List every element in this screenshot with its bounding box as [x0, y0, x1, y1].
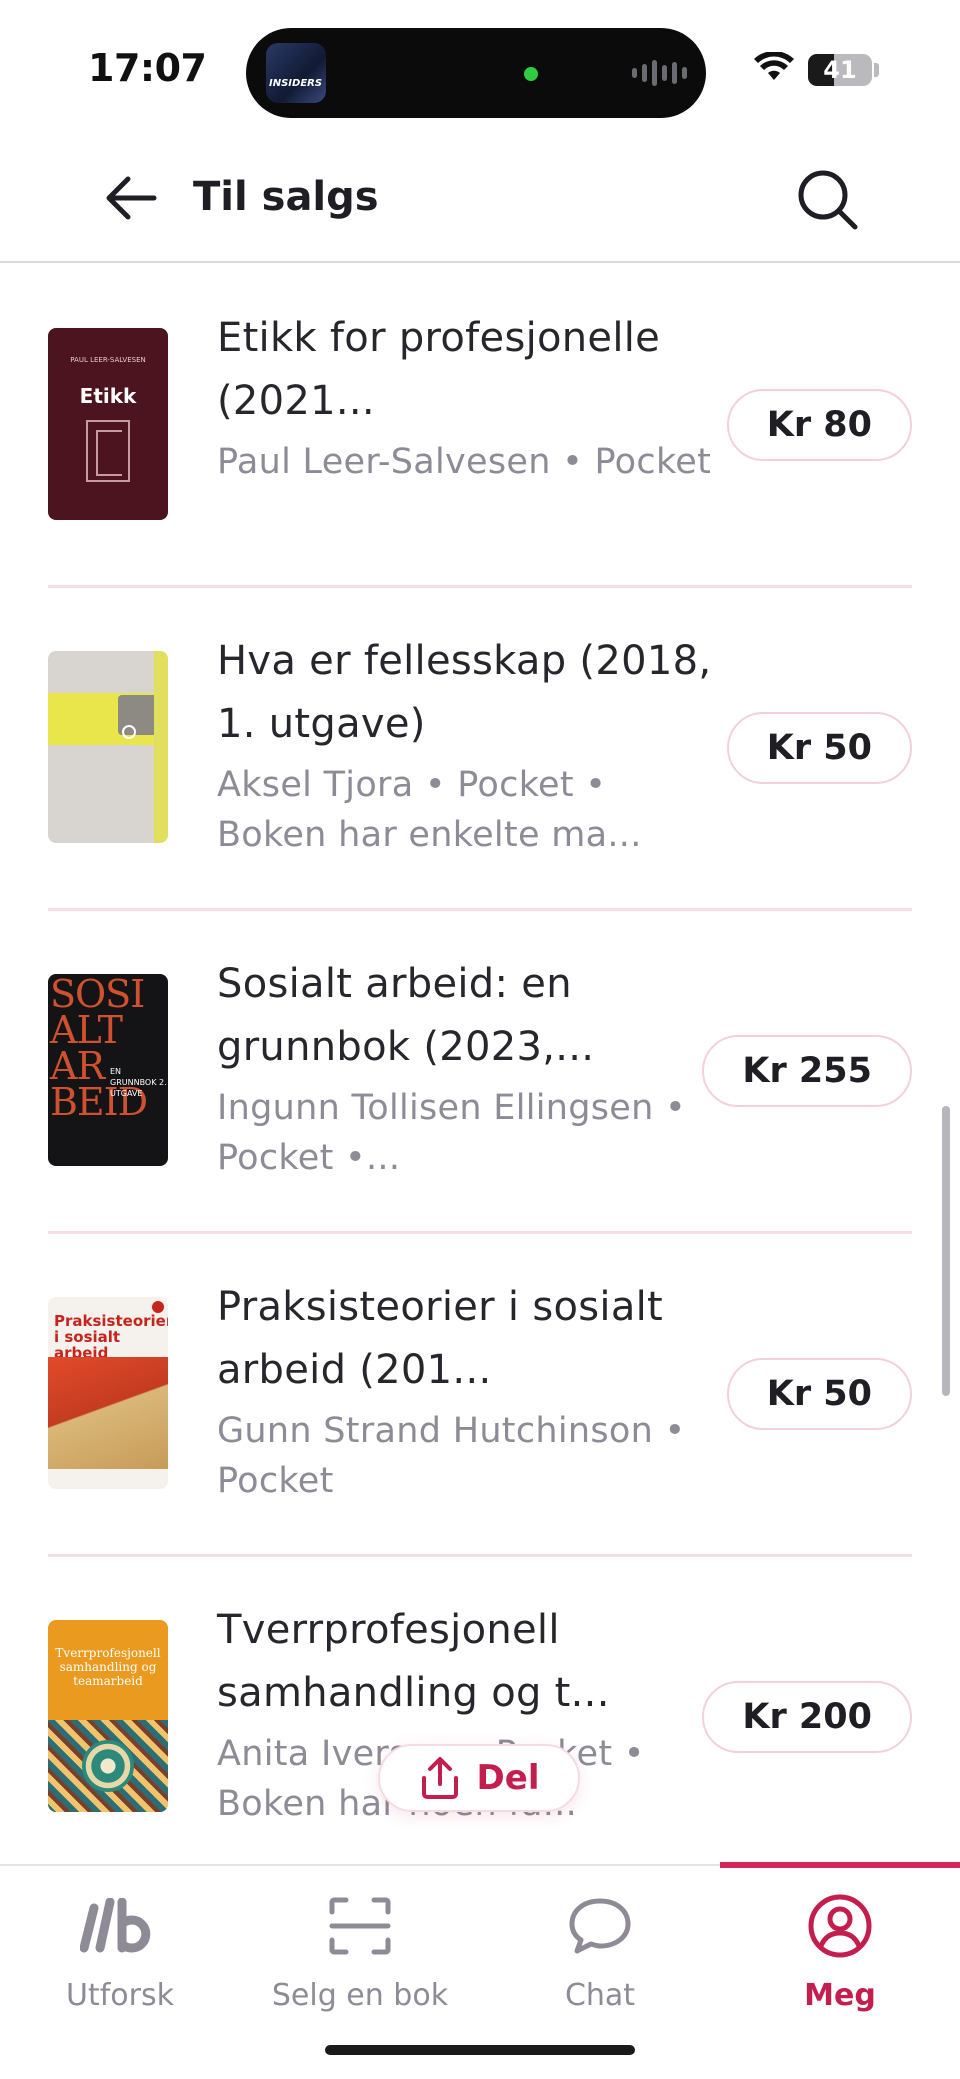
- tab-label: Selg en bok: [271, 1978, 449, 2013]
- battery-tip: [874, 63, 879, 77]
- listing-title: Tverrprofesjonell samhandling og t...: [217, 1607, 610, 1716]
- cover-emblem: [122, 725, 136, 739]
- share-icon: [421, 1757, 458, 1799]
- cover-medallion: [82, 1740, 134, 1792]
- status-bar: 17:07 INSIDERS 41: [0, 0, 960, 130]
- search-button[interactable]: [790, 162, 866, 238]
- list-item[interactable]: Hva er fellesskap (2018, 1. utgave) Akse…: [48, 588, 912, 911]
- listing-meta: Aksel Tjora • Pocket • Boken har enkelte…: [217, 765, 642, 855]
- listing-title: Etikk for profesjonelle (2021...: [217, 315, 661, 424]
- page-title: Til salgs: [193, 174, 379, 220]
- dynamic-island[interactable]: INSIDERS: [246, 28, 706, 118]
- book-cover: PAUL LEER-SALVESEN Etikk: [48, 328, 168, 520]
- price-badge: Kr 80: [726, 389, 912, 461]
- battery-icon: 41: [808, 54, 872, 86]
- search-icon: [798, 170, 858, 230]
- battery-level: 41: [823, 56, 857, 84]
- maze-graphic: [86, 420, 130, 482]
- listing-meta: Gunn Strand Hutchinson • Pocket: [217, 1411, 686, 1501]
- explore-logo-icon: [80, 1898, 151, 1953]
- listing-meta: Ingunn Tollisen Ellingsen • Pocket •...: [217, 1088, 686, 1178]
- tab-label: Meg: [804, 1978, 876, 2013]
- cover-author: PAUL LEER-SALVESEN: [70, 356, 146, 364]
- cover-subtitle: EN GRUNNBOK 2. UTGAVE: [110, 1067, 167, 1098]
- tab-meg[interactable]: Meg: [720, 1866, 960, 2016]
- listing-title: Hva er fellesskap (2018, 1. utgave): [217, 638, 712, 747]
- home-indicator[interactable]: [325, 2045, 635, 2055]
- book-cover: Tverrprofesjonell samhandling og teamarb…: [48, 1620, 168, 1812]
- list-item[interactable]: Praksisteorier i sosialt arbeid Praksist…: [48, 1234, 912, 1557]
- back-button[interactable]: [96, 166, 166, 230]
- audio-waveform-icon: [632, 58, 687, 88]
- tab-label: Chat: [564, 1978, 636, 2013]
- book-cover: Praksisteorier i sosialt arbeid: [48, 1297, 168, 1489]
- book-cover: SOSI ALT AR BEID EN GRUNNBOK 2. UTGAVE: [48, 974, 168, 1166]
- listing-list[interactable]: PAUL LEER-SALVESEN Etikk Etikk for profe…: [0, 265, 960, 1865]
- listing-meta: Paul Leer-Salvesen • Pocket: [217, 442, 712, 482]
- list-item[interactable]: Tverrprofesjonell samhandling og teamarb…: [48, 1557, 912, 1865]
- cover-title: Praksisteorier i sosialt arbeid: [54, 1312, 168, 1362]
- share-label: Del: [476, 1758, 540, 1798]
- share-button[interactable]: Del: [378, 1744, 580, 1812]
- price-badge: Kr 50: [726, 712, 912, 784]
- arrow-left-icon: [106, 176, 157, 220]
- wifi-icon: [754, 52, 794, 80]
- price-badge: Kr 200: [702, 1681, 912, 1753]
- now-playing-label: INSIDERS: [269, 78, 323, 89]
- scrollbar[interactable]: [942, 1106, 950, 1396]
- tab-chat[interactable]: Chat: [480, 1866, 720, 2016]
- cover-title: Etikk: [79, 384, 137, 408]
- profile-icon: [808, 1894, 872, 1958]
- status-time: 17:07: [88, 46, 207, 90]
- app-header: Til salgs: [0, 130, 960, 263]
- price-badge: Kr 255: [702, 1035, 912, 1107]
- cover-spine: [154, 651, 168, 843]
- cover-title: Tverrprofesjonell samhandling og teamarb…: [55, 1646, 161, 1688]
- tab-selg-en-bok[interactable]: Selg en bok: [240, 1866, 480, 2016]
- chat-bubble-icon: [569, 1898, 631, 1954]
- tab-label: Utforsk: [66, 1978, 174, 2013]
- price-badge: Kr 50: [726, 1358, 912, 1430]
- scan-icon: [329, 1897, 391, 1955]
- puzzle-image: [48, 1357, 168, 1469]
- tab-utforsk[interactable]: Utforsk: [0, 1866, 240, 2016]
- list-item[interactable]: PAUL LEER-SALVESEN Etikk Etikk for profe…: [48, 265, 912, 588]
- book-cover: [48, 651, 168, 843]
- now-playing-artwork[interactable]: INSIDERS: [266, 43, 326, 103]
- list-item[interactable]: SOSI ALT AR BEID EN GRUNNBOK 2. UTGAVE S…: [48, 911, 912, 1234]
- listing-title: Sosialt arbeid: en grunnbok (2023,...: [217, 961, 595, 1070]
- mic-indicator-icon: [524, 67, 538, 81]
- listing-title: Praksisteorier i sosialt arbeid (201...: [217, 1284, 664, 1393]
